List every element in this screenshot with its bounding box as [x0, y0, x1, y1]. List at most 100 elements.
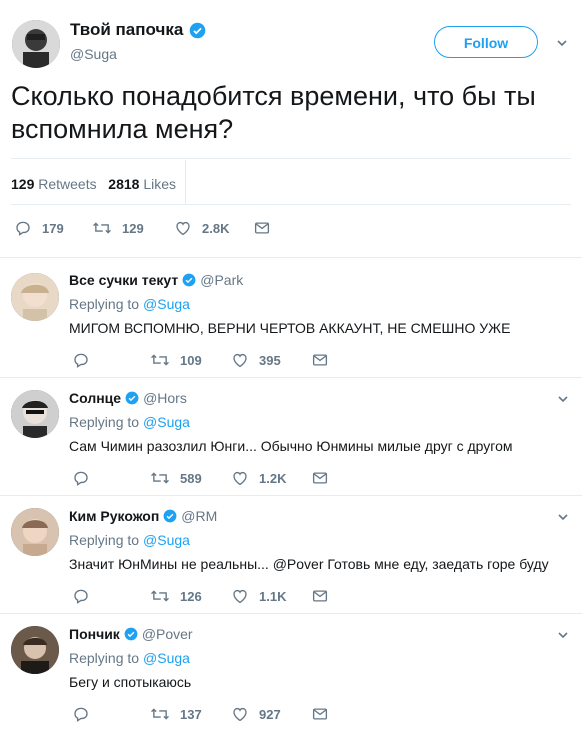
reply-action[interactable]	[72, 469, 90, 487]
like-action[interactable]: 1.2K	[231, 469, 286, 487]
divider	[0, 257, 582, 258]
direct-message-icon	[312, 472, 328, 484]
retweet-icon	[151, 472, 169, 484]
verified-badge-icon	[125, 391, 139, 405]
stats-separator	[185, 160, 186, 205]
retweet-action[interactable]: 126	[150, 587, 202, 605]
retweet-action[interactable]: 109	[150, 351, 202, 369]
retweet-icon	[151, 708, 169, 720]
retweet-count: 589	[180, 470, 202, 486]
like-icon	[233, 589, 247, 604]
direct-message-action[interactable]	[311, 705, 329, 723]
replying-to-link[interactable]: @Suga	[143, 296, 190, 312]
replying-to: Replying to @Suga	[69, 650, 190, 666]
reply-header: Солнце @Hors	[69, 390, 187, 406]
like-count: 1.1K	[259, 588, 287, 604]
reply-action[interactable]	[72, 705, 90, 723]
main-handle[interactable]: @Suga	[70, 46, 117, 62]
reply-avatar[interactable]	[11, 273, 59, 321]
like-icon	[233, 471, 247, 486]
reply-text: Сам Чимин разозлил Юнги... Обычно Юнмины…	[69, 438, 513, 454]
divider	[0, 613, 582, 614]
direct-message-action[interactable]	[311, 351, 329, 369]
replying-to: Replying to @Suga	[69, 414, 190, 430]
divider	[11, 204, 571, 205]
retweets-label[interactable]: Retweets	[38, 176, 96, 192]
chevron-down-icon[interactable]	[557, 392, 571, 406]
reply-text: Значит ЮнМины не реальны... @Pover Готов…	[69, 556, 549, 572]
reply-handle[interactable]: @Park	[200, 272, 243, 288]
verified-badge-icon	[189, 22, 206, 39]
like-icon	[176, 221, 190, 236]
divider	[11, 158, 571, 159]
reply-header: Ким Рукожоп @RM	[69, 508, 217, 524]
retweet-action[interactable]: 137	[150, 705, 202, 723]
reply-count: 179	[42, 220, 64, 236]
direct-message-icon	[254, 222, 270, 234]
like-count: 927	[259, 706, 281, 722]
verified-badge-icon	[182, 273, 196, 287]
like-icon	[233, 353, 247, 368]
divider	[0, 495, 582, 496]
follow-button[interactable]: Follow	[434, 26, 538, 58]
reply-display-name[interactable]: Пончик	[69, 626, 120, 642]
retweet-count: 109	[180, 352, 202, 368]
retweet-icon	[151, 354, 169, 366]
reply-icon	[74, 707, 88, 722]
reply-avatar[interactable]	[11, 626, 59, 674]
reply-avatar[interactable]	[11, 508, 59, 556]
like-count: 1.2K	[259, 470, 287, 486]
reply-display-name[interactable]: Ким Рукожоп	[69, 508, 159, 524]
replying-to-label: Replying to	[69, 296, 140, 312]
reply-action[interactable]	[72, 351, 90, 369]
like-action[interactable]: 927	[231, 705, 281, 723]
retweet-action[interactable]: 589	[150, 469, 202, 487]
chevron-down-icon[interactable]	[557, 628, 571, 642]
direct-message-action[interactable]	[253, 219, 271, 237]
replying-to: Replying to @Suga	[69, 296, 190, 312]
main-display-name[interactable]: Твой папочка	[70, 20, 206, 40]
main-avatar[interactable]	[12, 20, 60, 68]
replying-to-label: Replying to	[69, 650, 140, 666]
reply-display-name[interactable]: Солнце	[69, 390, 121, 406]
replying-to-link[interactable]: @Suga	[143, 414, 190, 430]
replying-to-link[interactable]: @Suga	[143, 532, 190, 548]
reply-display-name[interactable]: Все сучки текут	[69, 272, 178, 288]
likes-label[interactable]: Likes	[143, 176, 176, 192]
retweets-count[interactable]: 129	[11, 176, 34, 192]
direct-message-icon	[312, 354, 328, 366]
like-count: 395	[259, 352, 281, 368]
main-tweet-text: Сколько понадобится времени, что бы ты в…	[11, 81, 536, 144]
direct-message-icon	[312, 590, 328, 602]
reply-handle[interactable]: @Pover	[142, 626, 193, 642]
like-count: 2.8K	[202, 220, 230, 236]
retweet-count: 129	[122, 220, 144, 236]
direct-message-action[interactable]	[311, 587, 329, 605]
reply-text: МИГОМ ВСПОМНЮ, ВЕРНИ ЧЕРТОВ АККАУНТ, НЕ …	[69, 320, 511, 336]
likes-count[interactable]: 2818	[108, 176, 139, 192]
like-action[interactable]: 2.8K	[174, 219, 229, 237]
reply-text: Бегу и спотыкаюсь	[69, 674, 192, 690]
reply-action[interactable]	[72, 587, 90, 605]
reply-icon	[74, 353, 88, 368]
reply-handle[interactable]: @Hors	[143, 390, 187, 406]
retweet-action[interactable]: 129	[92, 219, 144, 237]
replying-to-label: Replying to	[69, 414, 140, 430]
verified-badge-icon	[124, 627, 138, 641]
replying-to-label: Replying to	[69, 532, 140, 548]
direct-message-action[interactable]	[311, 469, 329, 487]
main-display-name-label[interactable]: Твой папочка	[70, 20, 183, 40]
like-action[interactable]: 395	[231, 351, 281, 369]
reply-handle[interactable]: @RM	[181, 508, 217, 524]
replying-to-link[interactable]: @Suga	[143, 650, 190, 666]
reply-icon	[16, 221, 30, 236]
retweet-icon	[151, 590, 169, 602]
like-action[interactable]: 1.1K	[231, 587, 286, 605]
reply-action[interactable]: 179	[14, 219, 64, 237]
chevron-down-icon[interactable]	[557, 510, 571, 524]
reply-avatar[interactable]	[11, 390, 59, 438]
chevron-down-icon[interactable]	[556, 36, 570, 50]
like-icon	[233, 707, 247, 722]
replying-to: Replying to @Suga	[69, 532, 190, 548]
verified-badge-icon	[163, 509, 177, 523]
